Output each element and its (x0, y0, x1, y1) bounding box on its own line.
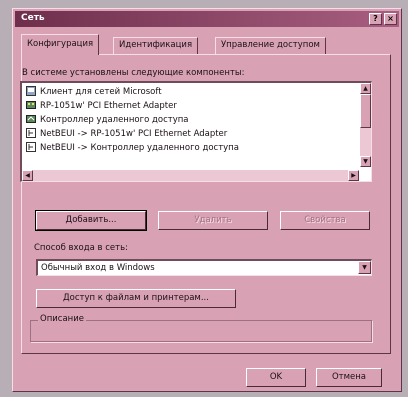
cancel-button[interactable]: Отмена (316, 368, 382, 387)
window-title: Сеть (21, 13, 45, 23)
add-button[interactable]: Добавить... (35, 210, 147, 231)
description-title: Описание (38, 314, 86, 324)
protocol-icon (26, 128, 36, 138)
scroll-thumb[interactable] (360, 94, 371, 128)
list-item-label: NetBEUI -> RP-1051w' PCI Ethernet Adapte… (40, 129, 228, 139)
logon-select[interactable]: Обычный вход в Windows ▼ (36, 259, 372, 276)
title-bar[interactable]: Сеть ? × (15, 11, 399, 27)
list-item-label: Контроллер удаленного доступа (40, 115, 189, 125)
protocol-icon (26, 142, 36, 152)
tab-identification[interactable]: Идентификация (113, 37, 199, 54)
client-icon (26, 86, 36, 96)
tab-configuration[interactable]: Конфигурация (21, 34, 100, 55)
logon-select-value: Обычный вход в Windows (41, 263, 155, 273)
close-button[interactable]: × (384, 13, 397, 25)
scroll-down-icon[interactable]: ▼ (360, 156, 371, 167)
list-item[interactable]: RP-1051w' PCI Ethernet Adapter (26, 99, 177, 113)
list-item-label: RP-1051w' PCI Ethernet Adapter (40, 101, 177, 111)
ok-button[interactable]: OK (246, 368, 306, 387)
list-item-label: NetBEUI -> Контроллер удаленного доступа (40, 143, 239, 153)
components-list[interactable]: Клиент для сетей Microsoft RP-1051w' PCI… (20, 81, 372, 182)
properties-button[interactable]: Свойства (280, 211, 370, 230)
tab-access-control[interactable]: Управление доступом (215, 37, 326, 54)
list-item-label: Клиент для сетей Microsoft (40, 87, 162, 97)
horizontal-scrollbar[interactable]: ◀ ▶ (22, 170, 359, 181)
list-item[interactable]: NetBEUI -> Контроллер удаленного доступа (26, 141, 239, 155)
chevron-down-icon[interactable]: ▼ (358, 261, 371, 274)
scroll-left-icon[interactable]: ◀ (22, 170, 33, 181)
dialup-adapter-icon (26, 114, 36, 124)
adapter-icon (26, 100, 36, 110)
list-item[interactable]: NetBEUI -> RP-1051w' PCI Ethernet Adapte… (26, 127, 227, 141)
list-item[interactable]: Контроллер удаленного доступа (26, 113, 189, 127)
vertical-scrollbar[interactable]: ▲ ▼ (360, 83, 371, 167)
components-label: В системе установлены следующие компонен… (22, 68, 245, 78)
file-sharing-button[interactable]: Доступ к файлам и принтерам... (36, 289, 236, 308)
scroll-up-icon[interactable]: ▲ (360, 83, 371, 94)
help-button[interactable]: ? (369, 13, 382, 25)
remove-button[interactable]: Удалить (158, 211, 268, 230)
logon-label: Способ входа в сеть: (34, 243, 128, 253)
list-item[interactable]: Клиент для сетей Microsoft (26, 85, 162, 99)
scroll-right-icon[interactable]: ▶ (348, 170, 359, 181)
